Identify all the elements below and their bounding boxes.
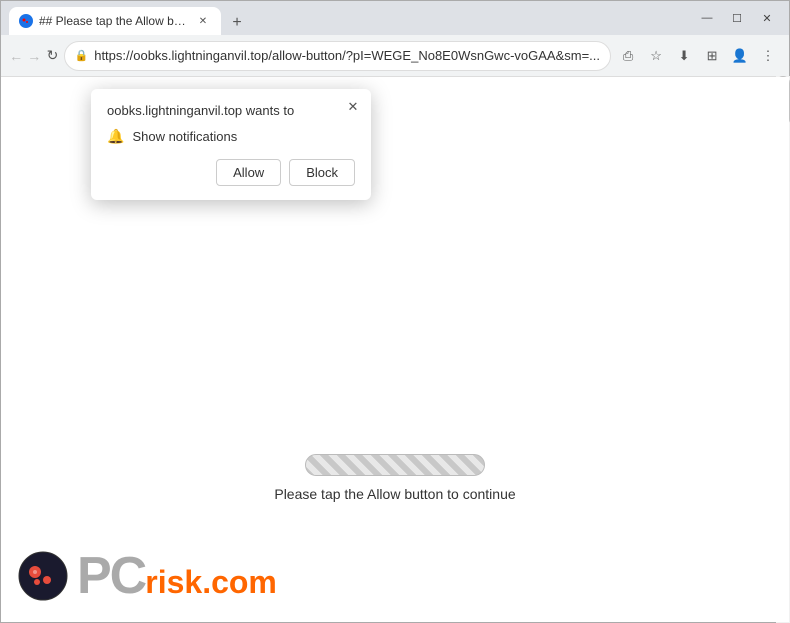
menu-button[interactable]: ⋮ (755, 43, 781, 69)
bookmark-button[interactable]: ☆ (643, 43, 669, 69)
risk-text: risk.com (145, 564, 277, 601)
address-actions: ⎙ ☆ ⬇ ⊞ 👤 ⋮ (615, 43, 781, 69)
share-button[interactable]: ⎙ (615, 43, 641, 69)
new-tab-button[interactable]: + (225, 11, 249, 35)
profile-button[interactable]: 👤 (727, 43, 753, 69)
extensions-button[interactable]: ⊞ (699, 43, 725, 69)
tab-title: ## Please tap the Allow button (39, 14, 189, 28)
window-controls: — ☐ ✕ (693, 4, 781, 32)
popup-buttons: Allow Block (107, 159, 355, 186)
url-text: https://oobks.lightninganvil.top/allow-b… (94, 48, 600, 63)
title-bar: ## Please tap the Allow button ✕ + — ☐ ✕ (1, 1, 789, 35)
back-button[interactable]: ← (9, 42, 23, 70)
download-button[interactable]: ⬇ (671, 43, 697, 69)
forward-button[interactable]: → (27, 42, 41, 70)
pcrisk-icon (17, 550, 69, 602)
progress-bar (305, 454, 485, 476)
permission-label: Show notifications (132, 129, 237, 144)
minimize-button[interactable]: — (693, 4, 721, 32)
block-button[interactable]: Block (289, 159, 355, 186)
address-input[interactable]: 🔒 https://oobks.lightninganvil.top/allow… (64, 41, 612, 71)
pcrisk-logo: PC risk.com (17, 546, 277, 606)
bell-icon: 🔔 (107, 128, 124, 145)
pc-text: PC (77, 546, 145, 606)
tab-favicon (19, 14, 33, 28)
page-message: Please tap the Allow button to continue (274, 486, 515, 502)
notification-popup: ✕ oobks.lightninganvil.top wants to 🔔 Sh… (91, 89, 371, 200)
refresh-button[interactable]: ↻ (45, 42, 59, 70)
pcrisk-text: PC risk.com (77, 546, 277, 606)
browser-window: ## Please tap the Allow button ✕ + — ☐ ✕… (0, 0, 790, 623)
tab-close-button[interactable]: ✕ (195, 13, 211, 29)
allow-button[interactable]: Allow (216, 159, 281, 186)
browser-content: ✕ oobks.lightninganvil.top wants to 🔔 Sh… (1, 77, 789, 622)
close-button[interactable]: ✕ (753, 4, 781, 32)
popup-permission: 🔔 Show notifications (107, 128, 355, 145)
lock-icon: 🔒 (75, 49, 89, 62)
active-tab[interactable]: ## Please tap the Allow button ✕ (9, 7, 221, 35)
tab-area: ## Please tap the Allow button ✕ + (9, 1, 693, 35)
address-bar: ← → ↻ 🔒 https://oobks.lightninganvil.top… (1, 35, 789, 77)
maximize-button[interactable]: ☐ (723, 4, 751, 32)
popup-title: oobks.lightninganvil.top wants to (107, 103, 355, 118)
popup-close-button[interactable]: ✕ (343, 97, 363, 117)
